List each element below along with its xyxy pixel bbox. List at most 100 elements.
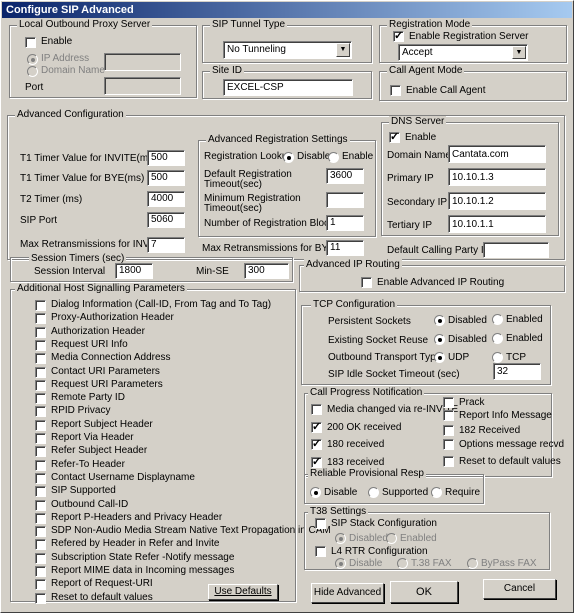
agent-enable-checkbox[interactable] — [390, 85, 401, 96]
reliable-require-radio[interactable] — [431, 487, 442, 498]
progress-options-checkbox[interactable] — [443, 439, 454, 450]
header-checkbox[interactable] — [35, 406, 46, 418]
progress-info-checkbox[interactable] — [443, 410, 454, 421]
header-checkbox[interactable] — [35, 300, 46, 311]
site-id-field[interactable]: EXCEL-CSP — [223, 79, 353, 96]
dns-enable-checkbox[interactable] — [389, 131, 400, 143]
header-checkbox[interactable] — [35, 592, 46, 604]
tcp-persistent-disabled-label: Disabled — [448, 315, 487, 326]
t38-l4-bypass-radio[interactable] — [467, 558, 478, 569]
header-checkbox[interactable] — [35, 326, 46, 338]
proxy-ip-radio[interactable] — [27, 54, 38, 65]
areg-min-label-2: Timeout(sec) — [204, 203, 262, 214]
areg-default-field[interactable]: 3600 — [326, 168, 364, 184]
progress-prack-checkbox[interactable] — [443, 397, 454, 408]
session-interval-field[interactable]: 1800 — [115, 263, 153, 279]
areg-blocks-field[interactable]: 1 — [326, 215, 364, 231]
dns-tertiary-field[interactable]: 10.10.1.1 — [448, 215, 546, 233]
tunnel-select[interactable]: No Tunneling ▼ — [223, 41, 352, 59]
header-checkbox[interactable] — [35, 499, 46, 511]
header-checkbox[interactable] — [35, 472, 46, 484]
tcp-persistent-disabled-radio[interactable] — [434, 315, 445, 326]
tcp-reuse-enabled-radio[interactable] — [492, 333, 503, 344]
cancel-button[interactable]: Cancel — [483, 579, 556, 599]
progress-183-checkbox[interactable] — [311, 456, 322, 468]
progress-reset-checkbox[interactable] — [443, 456, 454, 467]
areg-lookup-label: Registration Lookup — [204, 151, 293, 162]
reliable-disable-radio[interactable] — [310, 487, 321, 498]
max-invite-field[interactable]: 7 — [147, 237, 185, 253]
progress-media-checkbox[interactable] — [311, 404, 322, 415]
tcp-reuse-disabled-radio[interactable] — [434, 334, 445, 345]
header-label: Contact Username Displayname — [51, 471, 195, 483]
use-defaults-button[interactable]: Use Defaults — [208, 584, 278, 600]
header-checkbox[interactable] — [35, 539, 46, 551]
progress-reset-label: Reset to default values — [459, 456, 561, 467]
progress-180-checkbox[interactable] — [311, 438, 322, 450]
dns-secondary-field[interactable]: 10.10.1.2 — [448, 192, 546, 210]
progress-200ok-checkbox[interactable] — [311, 421, 322, 433]
tcp-legend: TCP Configuration — [311, 299, 398, 311]
t38-l4-fax-radio[interactable] — [397, 558, 408, 569]
areg-min-field[interactable] — [326, 192, 364, 208]
t1-bye-label: T1 Timer Value for BYE(ms) — [20, 173, 145, 184]
max-bye-field[interactable]: 11 — [326, 240, 364, 256]
header-checkbox[interactable] — [35, 526, 46, 538]
dns-domain-field[interactable]: Cantata.com — [448, 145, 546, 163]
t38-stack-disabled-radio[interactable] — [335, 533, 346, 544]
reg-mode-select[interactable]: Accept ▼ — [398, 44, 528, 61]
header-checkbox[interactable] — [35, 446, 46, 458]
hide-advanced-button[interactable]: Hide Advanced — [311, 583, 384, 603]
header-checkbox[interactable] — [35, 579, 46, 591]
cancel-label: Cancel — [503, 583, 536, 594]
tcp-udp-radio[interactable] — [434, 352, 445, 363]
t38-l4-disable-radio[interactable] — [335, 558, 346, 569]
header-checkbox[interactable] — [35, 339, 46, 351]
reg-enable-checkbox[interactable] — [393, 30, 404, 42]
sip-port-field[interactable]: 5060 — [147, 212, 185, 228]
dns-enable-label: Enable — [405, 132, 437, 143]
reliable-supported-radio[interactable] — [368, 487, 379, 498]
t2-field[interactable]: 4000 — [147, 191, 185, 207]
tcp-tcp-radio[interactable] — [492, 352, 503, 363]
header-checkbox[interactable] — [35, 486, 46, 498]
session-minse-field[interactable]: 300 — [244, 263, 289, 279]
ok-button[interactable]: OK — [390, 581, 458, 603]
header-label: Proxy-Authorization Header — [51, 312, 174, 324]
header-checkbox[interactable] — [35, 433, 46, 444]
header-checkbox[interactable] — [35, 512, 46, 524]
t1-invite-field[interactable]: 500 — [147, 150, 185, 166]
header-checkbox[interactable] — [35, 393, 46, 405]
proxy-address-field[interactable] — [104, 53, 181, 71]
tcp-idle-field[interactable]: 32 — [493, 363, 541, 380]
areg-enable-radio[interactable] — [328, 152, 339, 163]
proxy-port-field[interactable] — [104, 77, 181, 95]
chevron-down-icon[interactable]: ▼ — [512, 46, 526, 59]
t1-bye-field[interactable]: 500 — [147, 170, 185, 186]
header-label: Media Connection Address — [51, 352, 171, 364]
proxy-enable-checkbox[interactable] — [25, 37, 36, 48]
header-checkbox[interactable] — [35, 566, 46, 577]
header-checkbox[interactable] — [35, 366, 46, 378]
header-checkbox[interactable] — [35, 459, 46, 471]
progress-182-checkbox[interactable] — [443, 425, 454, 436]
t38-stack-checkbox[interactable] — [315, 518, 326, 529]
proxy-domain-label: Domain Name — [41, 65, 105, 76]
t38-stack-enabled-radio[interactable] — [386, 533, 397, 544]
ok-label: OK — [416, 586, 432, 598]
header-checkbox[interactable] — [35, 419, 46, 431]
iprouting-checkbox[interactable] — [361, 277, 372, 288]
chevron-down-icon[interactable]: ▼ — [336, 43, 350, 57]
dns-primary-field[interactable]: 10.10.1.3 — [448, 168, 546, 186]
t38-l4-checkbox[interactable] — [315, 546, 326, 557]
header-checkbox[interactable] — [35, 313, 46, 325]
proxy-domain-radio[interactable] — [27, 66, 38, 77]
header-label: Report Via Header — [51, 432, 134, 443]
default-party-field[interactable] — [483, 242, 549, 258]
header-checkbox[interactable] — [35, 379, 46, 391]
areg-disable-radio[interactable] — [283, 152, 294, 163]
header-label: Refer-To Header — [51, 458, 125, 470]
header-checkbox[interactable] — [35, 552, 46, 564]
header-checkbox[interactable] — [35, 353, 46, 365]
tcp-persistent-enabled-radio[interactable] — [492, 314, 503, 325]
